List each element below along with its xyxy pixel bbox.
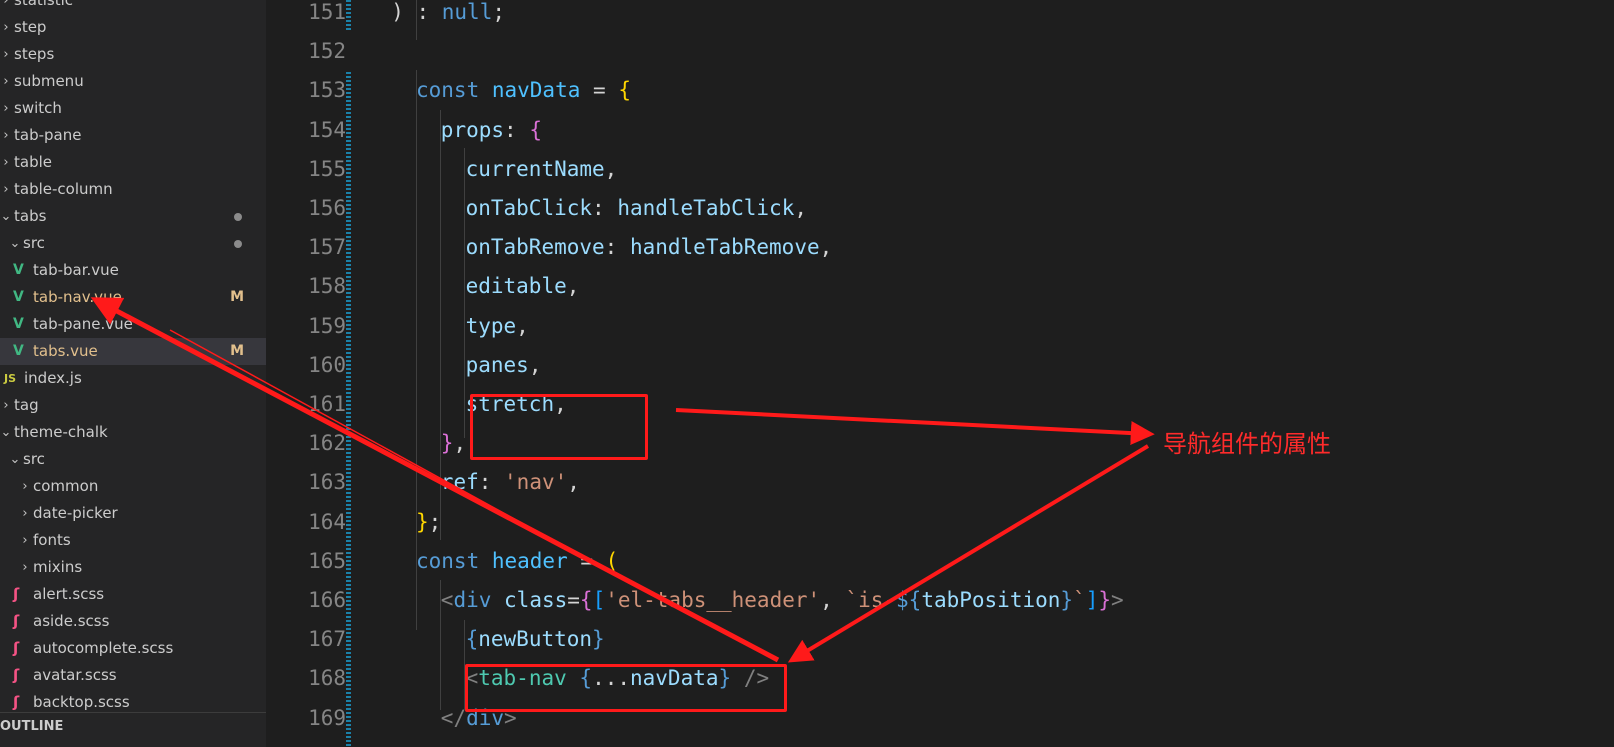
thin-line-from-tab-nav xyxy=(169,329,623,579)
arrow-to-tab-nav-file xyxy=(90,297,780,663)
arrow-to-tab-nav-line xyxy=(787,444,1150,663)
annotation-arrows xyxy=(90,297,1155,663)
arrow-to-annotation-label xyxy=(675,408,1155,446)
